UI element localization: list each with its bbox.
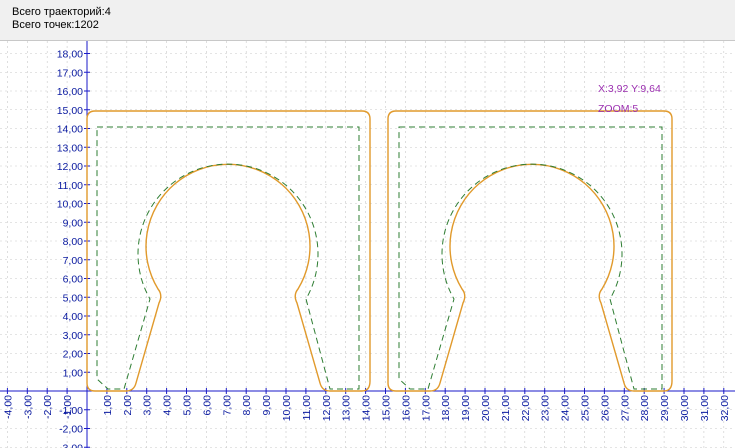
y-tick-label: 17,00 (57, 67, 83, 79)
zoom-level: ZOOM:5 (598, 103, 638, 115)
x-tick-label: 32,00 (719, 395, 731, 421)
x-tick-label: 2,00 (122, 395, 134, 416)
y-tick-label: 11,00 (58, 180, 84, 192)
y-tick-label: 14,00 (57, 124, 83, 136)
x-tick-label: -1,00 (62, 395, 74, 419)
trajectories-count: Всего траекторий:4 (12, 6, 111, 19)
right-part-toolpath (399, 127, 662, 389)
y-tick-label: 18,00 (57, 49, 83, 61)
x-axis-ticks: -4,00 -3,00 -2,00 -1,00 1,00 2,00 3,00 4,00 5,00… (2, 388, 735, 421)
x-tick-label: 16,00 (400, 395, 412, 421)
cursor-coordinates: X:3,92 Y:9,64 (598, 83, 661, 95)
x-tick-label: 27,00 (619, 395, 631, 421)
x-tick-label: 10,00 (281, 395, 293, 421)
toolpath-plot[interactable]: 18,00 17,00 16,00 15,00 14,00 13,00 12,00 11,00… (0, 41, 735, 448)
x-tick-label: -3,00 (22, 395, 34, 419)
y-tick-label: 13,00 (57, 142, 83, 154)
y-tick-label: 3,00 (63, 330, 84, 342)
x-tick-label: 5,00 (182, 395, 194, 416)
x-tick-label: 1,00 (102, 395, 114, 416)
x-tick-label: 19,00 (460, 395, 472, 421)
y-tick-label: -3,00 (59, 442, 83, 448)
y-tick-label: 1,00 (63, 367, 84, 379)
y-tick-label: 8,00 (63, 236, 84, 248)
x-tick-label: 9,00 (261, 395, 273, 416)
y-tick-label: 6,00 (63, 274, 84, 286)
x-tick-label: 23,00 (540, 395, 552, 421)
x-tick-label: 29,00 (659, 395, 671, 421)
points-count: Всего точек:1202 (12, 19, 99, 32)
x-tick-label: 12,00 (321, 395, 333, 421)
y-tick-label: -2,00 (59, 424, 83, 436)
x-tick-label: 8,00 (241, 395, 253, 416)
x-tick-label: 6,00 (201, 395, 213, 416)
y-tick-label: 10,00 (57, 199, 83, 211)
y-tick-label: 4,00 (63, 311, 84, 323)
x-tick-label: 15,00 (381, 395, 393, 421)
left-part-toolpath (97, 127, 359, 389)
x-tick-label: 30,00 (679, 395, 691, 421)
x-tick-label: 7,00 (221, 395, 233, 416)
y-tick-label: 12,00 (57, 161, 83, 173)
plot-canvas[interactable]: 18,00 17,00 16,00 15,00 14,00 13,00 12,00 11,00… (0, 40, 735, 448)
y-tick-label: 7,00 (63, 255, 84, 267)
x-tick-label: 18,00 (440, 395, 452, 421)
y-tick-label: 5,00 (63, 292, 84, 304)
y-tick-label: 16,00 (57, 86, 83, 98)
x-tick-label: 14,00 (361, 395, 373, 421)
x-tick-label: 31,00 (699, 395, 711, 421)
y-tick-label: 9,00 (63, 217, 84, 229)
x-tick-label: 24,00 (560, 395, 572, 421)
x-tick-label: 4,00 (162, 395, 174, 416)
x-tick-label: 28,00 (639, 395, 651, 421)
x-tick-label: 17,00 (420, 395, 432, 421)
x-tick-label: 25,00 (580, 395, 592, 421)
x-tick-label: 20,00 (480, 395, 492, 421)
x-tick-label: 21,00 (500, 395, 512, 421)
x-tick-label: -4,00 (2, 395, 14, 419)
y-tick-label: 2,00 (63, 349, 84, 361)
x-tick-label: -2,00 (42, 395, 54, 419)
right-part-contour (388, 111, 672, 391)
x-tick-label: 26,00 (599, 395, 611, 421)
x-tick-label: 13,00 (341, 395, 353, 421)
x-tick-label: 3,00 (142, 395, 154, 416)
y-tick-label: 15,00 (57, 105, 83, 117)
left-part-contour (87, 111, 370, 391)
x-tick-label: 11,00 (301, 395, 313, 421)
y-axis-ticks: 18,00 17,00 16,00 15,00 14,00 13,00 12,00 11,00… (57, 49, 90, 448)
x-tick-label: 22,00 (520, 395, 532, 421)
